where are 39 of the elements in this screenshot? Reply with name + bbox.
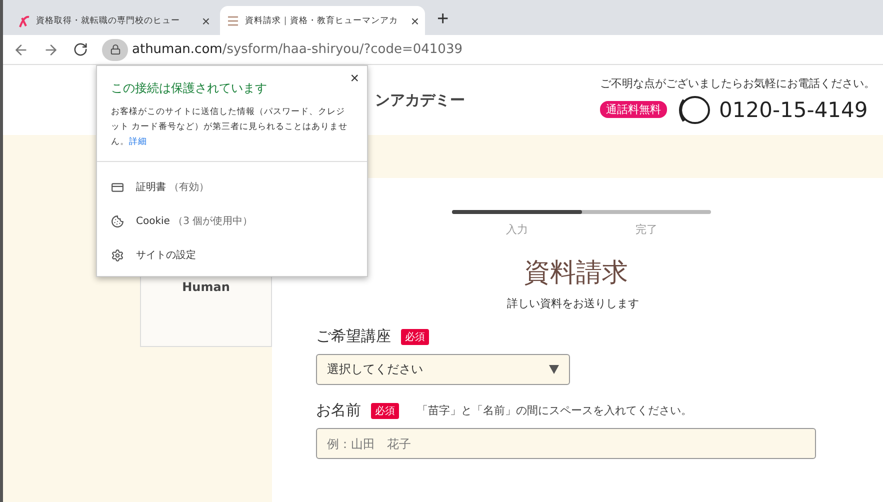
connection-secure-title: この接続は保護されています (111, 80, 268, 97)
progress-step-label: 入力 (504, 222, 529, 237)
course-select[interactable]: 選択してください (316, 354, 570, 385)
field-label: ご希望講座 (316, 327, 391, 346)
card-text: Human (182, 280, 230, 294)
close-tab-button[interactable]: × (410, 12, 419, 28)
popup-menu-item[interactable]: サイトの設定 (97, 238, 367, 272)
forward-button[interactable] (43, 42, 59, 58)
certificate-icon (111, 180, 124, 194)
url-text[interactable]: athuman.com/sysform/haa-shiryou/?code=041039 (132, 42, 462, 57)
close-tab-button[interactable]: × (202, 12, 210, 28)
site-logo[interactable]: ンアカデミー (375, 90, 465, 110)
required-badge: 必須 (371, 402, 399, 418)
new-tab-button[interactable]: + (429, 8, 457, 35)
popup-menu-item[interactable]: Cookie （3 個が使用中） (97, 204, 367, 238)
browser-tab[interactable]: 資料請求｜資格・教育ヒューマンアカ × (220, 6, 425, 35)
required-badge: 必須 (401, 328, 429, 344)
field-label: お名前 (316, 401, 361, 420)
reload-button[interactable] (73, 42, 88, 57)
name-input-field[interactable]: 例：山田 花子 (316, 428, 816, 459)
contact-notice: ご不明な点がございましたらお気軽にお電話ください。 (600, 76, 875, 90)
toll-free-badge: 通話料無料 (600, 101, 667, 118)
field-hint: 「苗字」と「名前」の間にスペースを入れてください。 (417, 403, 692, 418)
details-link[interactable]: 詳細 (129, 137, 147, 147)
browser-tab[interactable]: 資格取得・就転職の専門校のヒュー × (11, 6, 216, 35)
lock-icon[interactable] (102, 38, 128, 60)
phone-number[interactable]: 0120-15-4149 (719, 98, 868, 122)
connection-info-text: お客様がこのサイトに送信した情報（パスワード、クレジット カード番号など）が第三者に見られることはありません。詳細 (111, 106, 349, 149)
settings-icon (111, 248, 124, 262)
close-button[interactable]: × (350, 70, 359, 87)
caret-icon (549, 365, 559, 374)
site-favicon-icon (226, 14, 240, 28)
page-title: 資料請求 (524, 257, 628, 290)
progress-step-label: 完了 (634, 222, 658, 237)
site-favicon-icon (17, 14, 31, 28)
back-button[interactable] (13, 42, 29, 58)
popup-menu-item[interactable]: 証明書 （有効） (97, 170, 367, 204)
page-subtitle: 詳しい資料をお送りします (507, 296, 639, 311)
cookie-icon (111, 214, 124, 228)
